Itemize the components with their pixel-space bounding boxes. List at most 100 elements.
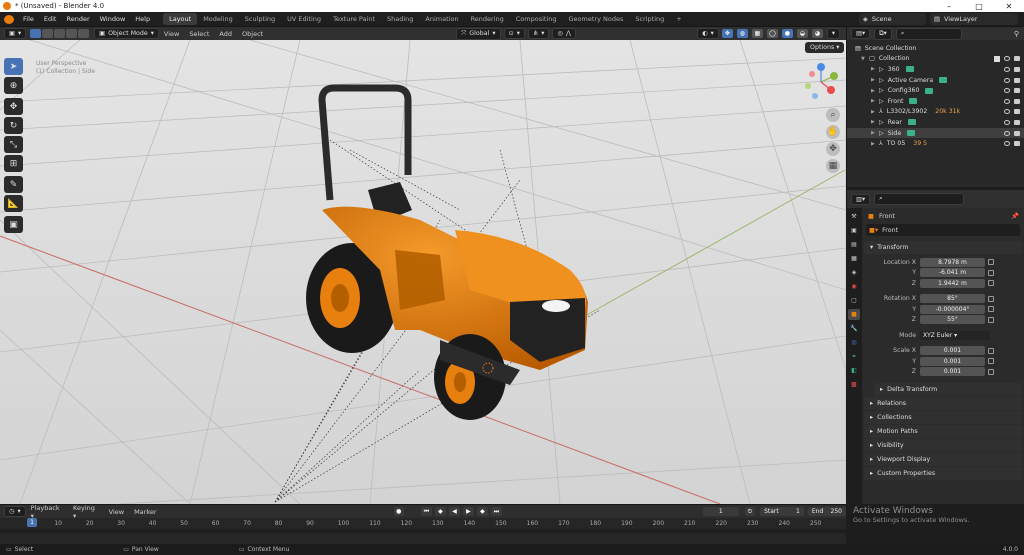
shading-options-dropdown[interactable]: ▾: [826, 28, 840, 39]
start-frame-field[interactable]: Start 1: [760, 507, 804, 516]
tab-scripting[interactable]: Scripting: [629, 13, 670, 25]
zoom-icon[interactable]: ⌕: [826, 108, 840, 122]
tab-modeling[interactable]: Modeling: [197, 13, 239, 25]
delta-transform-panel[interactable]: ▸ Delta Transform: [874, 383, 1022, 396]
output-tab-icon[interactable]: ▤: [848, 239, 860, 250]
timeline-menu-view[interactable]: View: [104, 508, 129, 516]
pan-hand-icon[interactable]: ✋: [826, 125, 840, 139]
collection-tab-icon[interactable]: ▢: [848, 295, 860, 306]
filter-icon[interactable]: ⚲: [1014, 30, 1019, 38]
motion-paths-panel[interactable]: ▸ Motion Paths: [864, 425, 1022, 438]
tab-compositing[interactable]: Compositing: [510, 13, 563, 25]
mode-dropdown[interactable]: ▣ Object Mode ▾: [94, 28, 159, 39]
eye-icon[interactable]: [1004, 109, 1010, 115]
scale-x-field[interactable]: 0.001: [920, 346, 985, 356]
annotate-tool-icon[interactable]: ✎: [4, 176, 23, 193]
transform-tool-icon[interactable]: ⊞: [4, 155, 23, 172]
lock-icon[interactable]: [988, 306, 994, 313]
vp-menu-view[interactable]: View: [159, 30, 184, 38]
select-subtract-icon[interactable]: [54, 29, 66, 38]
playhead[interactable]: 1: [27, 518, 37, 527]
outliner-item-l3302[interactable]: ▶ ⅄ L3302/L3902 20k 31k: [847, 107, 1024, 118]
add-workspace-button[interactable]: +: [670, 13, 687, 25]
jump-end-icon[interactable]: ⏭: [490, 507, 502, 516]
jump-start-icon[interactable]: ⏮: [420, 507, 432, 516]
outliner-search-input[interactable]: ⌕: [895, 27, 962, 40]
eye-icon[interactable]: [1004, 119, 1010, 125]
outliner-collection[interactable]: ▼ ▢ Collection: [847, 54, 1024, 65]
tab-texture-paint[interactable]: Texture Paint: [327, 13, 381, 25]
tab-geometry-nodes[interactable]: Geometry Nodes: [563, 13, 630, 25]
xray-toggle-icon[interactable]: ▦: [751, 29, 763, 38]
render-icon[interactable]: [1014, 98, 1020, 104]
pin-icon[interactable]: 📌: [1011, 212, 1019, 220]
select-tool-icon[interactable]: ➤: [4, 58, 23, 75]
render-icon[interactable]: [1014, 119, 1020, 125]
minimize-button[interactable]: –: [934, 2, 964, 11]
render-icon[interactable]: [1014, 77, 1020, 83]
menu-render[interactable]: Render: [61, 15, 94, 23]
lock-icon[interactable]: [988, 347, 994, 354]
select-intersect-icon[interactable]: [78, 29, 90, 38]
shading-material-icon[interactable]: ◒: [796, 29, 808, 38]
modifier-tab-icon[interactable]: 🔧: [848, 323, 860, 334]
render-icon[interactable]: [1014, 130, 1020, 136]
scale-tool-icon[interactable]: ⤡: [4, 136, 23, 153]
properties-editor-dropdown[interactable]: ▥▾: [851, 193, 871, 205]
tab-shading[interactable]: Shading: [381, 13, 419, 25]
eye-icon[interactable]: [1004, 77, 1010, 83]
eye-icon[interactable]: [1004, 141, 1010, 147]
tab-sculpting[interactable]: Sculpting: [239, 13, 281, 25]
tab-animation[interactable]: Animation: [419, 13, 464, 25]
timeline-menu-marker[interactable]: Marker: [129, 508, 161, 516]
scene-tab-icon[interactable]: ◈: [848, 267, 860, 278]
texture-tab-icon[interactable]: ▩: [848, 379, 860, 390]
play-icon[interactable]: ▶: [462, 507, 474, 516]
grid-view-icon[interactable]: ▦: [826, 159, 840, 173]
outliner-item-to05[interactable]: ▶ ⅄ TO 05 39 5: [847, 138, 1024, 149]
location-x-field[interactable]: 8.7978 m: [920, 257, 985, 267]
rotation-z-field[interactable]: 55°: [920, 315, 985, 325]
shading-wireframe-icon[interactable]: ◯: [766, 29, 778, 38]
record-icon[interactable]: ●: [393, 507, 404, 516]
rotation-y-field[interactable]: -0.000004°: [920, 304, 985, 314]
select-box-icon[interactable]: [30, 29, 42, 38]
lock-icon[interactable]: [988, 295, 994, 302]
outliner-display-dropdown[interactable]: ⧉▾: [874, 27, 892, 40]
view-layer-tab-icon[interactable]: ▦: [848, 253, 860, 264]
menu-help[interactable]: Help: [130, 15, 155, 23]
timeline-editor-dropdown[interactable]: ◷ ▾: [4, 506, 26, 517]
visibility-dropdown[interactable]: ◐ ▾: [697, 28, 719, 39]
render-tab-icon[interactable]: ▣: [848, 225, 860, 236]
outliner-item-rear[interactable]: ▶ ▷ Rear: [847, 117, 1024, 128]
vp-menu-select[interactable]: Select: [184, 30, 214, 38]
lock-icon[interactable]: [988, 358, 994, 365]
render-icon[interactable]: [1014, 66, 1020, 72]
data-tab-icon[interactable]: ◧: [848, 365, 860, 376]
timeline-area[interactable]: 1102030405060708090100110120130140150160…: [0, 518, 846, 544]
3d-viewport[interactable]: User Perspective (1) Collection | Side ⌕…: [0, 40, 846, 504]
add-cube-tool-icon[interactable]: ▣: [4, 216, 23, 233]
outliner-item-config360[interactable]: ▶ ▷ Config360: [847, 85, 1024, 96]
relations-panel[interactable]: ▸ Relations: [864, 397, 1022, 410]
outliner-item-front[interactable]: ▶ ▷ Front: [847, 96, 1024, 107]
collections-panel[interactable]: ▸ Collections: [864, 411, 1022, 424]
blender-menu-icon[interactable]: [4, 14, 14, 24]
lock-icon[interactable]: [988, 280, 994, 287]
visibility-panel[interactable]: ▸ Visibility: [864, 439, 1022, 452]
rotate-tool-icon[interactable]: ↻: [4, 117, 23, 134]
navigation-gizmo[interactable]: [801, 62, 841, 102]
maximize-button[interactable]: □: [964, 2, 994, 11]
current-frame-field[interactable]: 1: [702, 507, 739, 516]
camera-view-icon[interactable]: ✥: [826, 142, 840, 156]
transform-panel-header[interactable]: ▾ Transform: [864, 241, 1022, 254]
overlay-toggle-icon[interactable]: ◍: [736, 29, 748, 38]
select-invert-icon[interactable]: [66, 29, 78, 38]
render-icon[interactable]: [1014, 109, 1020, 115]
end-frame-field[interactable]: End 250: [807, 507, 846, 516]
vp-menu-add[interactable]: Add: [214, 30, 237, 38]
rotation-mode-dropdown[interactable]: XYZ Euler ▾: [920, 330, 990, 340]
custom-properties-panel[interactable]: ▸ Custom Properties: [864, 467, 1022, 480]
menu-file[interactable]: File: [18, 15, 39, 23]
lock-icon[interactable]: [988, 368, 994, 375]
